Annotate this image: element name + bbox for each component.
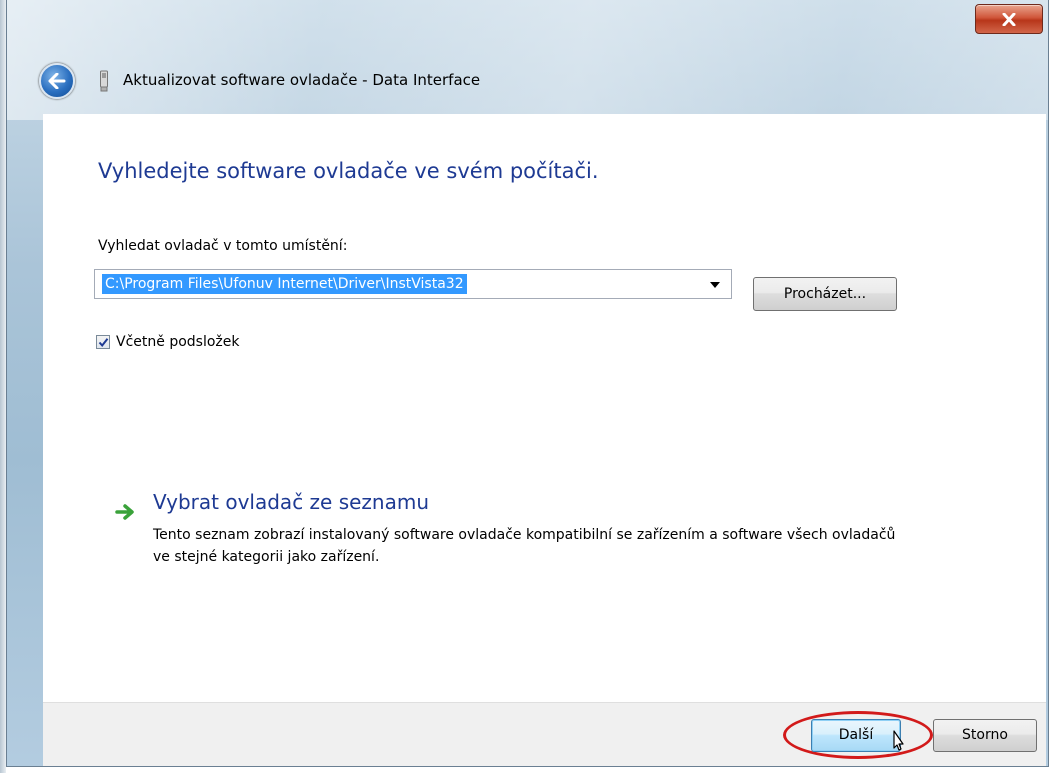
- back-button[interactable]: [39, 63, 75, 99]
- window-title: Aktualizovat software ovladače - Data In…: [123, 71, 481, 89]
- next-button[interactable]: Další: [811, 719, 901, 752]
- back-arrow-icon: [48, 73, 66, 89]
- close-x-icon: [1002, 12, 1016, 26]
- cancel-button[interactable]: Storno: [933, 719, 1037, 752]
- close-button[interactable]: [975, 4, 1043, 34]
- checkmark-icon: [98, 338, 109, 348]
- driver-path-combobox[interactable]: C:\Program Files\Ufonuv Internet\Driver\…: [94, 269, 732, 299]
- page-heading: Vyhledejte software ovladače ve svém poč…: [98, 159, 599, 183]
- green-arrow-icon: [115, 504, 134, 520]
- driver-path-input[interactable]: C:\Program Files\Ufonuv Internet\Driver\…: [102, 274, 467, 294]
- pick-from-list-link[interactable]: Vybrat ovladač ze seznamu: [153, 490, 429, 514]
- include-subfolders-label: Včetně podsložek: [116, 334, 240, 350]
- glass-frame: [7, 0, 1048, 120]
- wizard-footer: Další Storno: [43, 702, 1046, 766]
- pick-from-list-description: Tento seznam zobrazí instalovaný softwar…: [153, 527, 896, 565]
- usb-device-icon: [100, 70, 108, 92]
- dropdown-arrow-icon[interactable]: [705, 278, 725, 292]
- wizard-content: Vyhledejte software ovladače ve svém poč…: [43, 114, 1046, 702]
- dialog-window: Aktualizovat software ovladače - Data In…: [6, 0, 1049, 767]
- include-subfolders-row[interactable]: Včetně podsložek: [96, 332, 239, 352]
- include-subfolders-checkbox[interactable]: [96, 335, 110, 349]
- browse-button[interactable]: Procházet...: [753, 277, 897, 311]
- search-location-label: Vyhledat ovladač v tomto umístění:: [98, 238, 348, 254]
